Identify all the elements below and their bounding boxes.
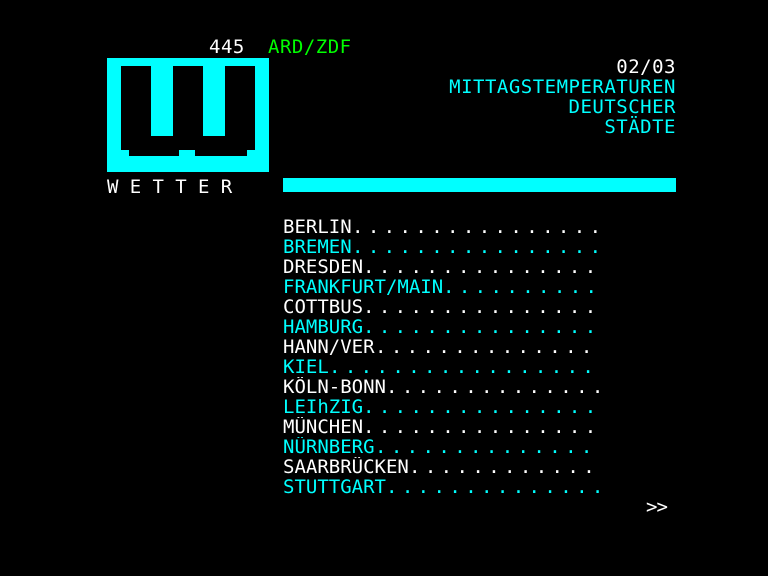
city-row: DRESDEN.................................… [283,257,613,277]
city-name: HAMBURG [283,317,364,337]
section-label: WETTER [107,176,244,198]
city-name: BREMEN [283,237,352,257]
city-row: KÖLN-BONN...............................… [283,377,613,397]
page-number: 445 [209,36,245,58]
service-name: ARD/ZDF [268,36,352,58]
city-name: SAARBRÜCKEN [283,457,409,477]
dot-leader: ........................................ [329,357,599,377]
dot-leader: ........................................ [363,417,599,437]
dot-leader: ........................................ [352,237,599,257]
divider-mark [636,160,654,162]
city-name: STUTTGART [283,477,386,497]
header-divider-bar [283,178,676,192]
city-row: BERLIN..................................… [283,217,613,237]
dot-leader: ........................................ [363,397,599,417]
teletext-screen: 445 ARD/ZDF 02/03 MITTAGSTEMPERATUREN DE… [0,0,768,576]
city-name: KIEL [283,357,329,377]
city-list: BERLIN..................................… [283,217,613,497]
dot-leader: ........................................ [409,457,599,477]
city-name: KÖLN-BONN [283,377,386,397]
city-name: DRESDEN [283,257,364,277]
city-row: LEIhZIG.................................… [283,397,613,417]
city-row: NÜRNBERG................................… [283,437,613,457]
dot-leader: ........................................ [386,477,599,497]
dot-leader: ........................................ [363,257,599,277]
dot-leader: ........................................ [375,337,599,357]
city-row: SAARBRÜCKEN.............................… [283,457,613,477]
city-name: HANN/VER [283,337,375,357]
page-title-line-2: DEUTSCHER [568,96,676,118]
city-name: BERLIN [283,217,352,237]
wetter-logo-icon [107,58,269,172]
city-row: COTTBUS.................................… [283,297,613,317]
subpage-indicator: 02/03 [616,56,676,78]
dot-leader: ........................................ [386,377,599,397]
city-name: NÜRNBERG [283,437,375,457]
city-row: KIEL....................................… [283,357,613,377]
dot-leader: ........................................ [352,217,599,237]
city-name: MÜNCHEN [283,417,364,437]
city-row: BREMEN..................................… [283,237,613,257]
city-row: FRANKFURT/MAIN..........................… [283,277,613,297]
city-row: STUTTGART...............................… [283,477,613,497]
dot-leader: ........................................ [375,437,599,457]
city-row: MÜNCHEN.................................… [283,417,613,437]
city-name: COTTBUS [283,297,364,317]
city-row: HAMBURG.................................… [283,317,613,337]
dot-leader: ........................................ [363,317,599,337]
page-title-line-3: STÄDTE [604,116,676,138]
dot-leader: ........................................ [363,297,599,317]
next-page-button[interactable]: >> [646,497,668,517]
page-title-line-1: MITTAGSTEMPERATUREN [449,76,676,98]
city-row: HANN/VER................................… [283,337,613,357]
city-name: LEIhZIG [283,397,364,417]
dot-leader: ........................................ [443,277,599,297]
city-name: FRANKFURT/MAIN [283,277,444,297]
